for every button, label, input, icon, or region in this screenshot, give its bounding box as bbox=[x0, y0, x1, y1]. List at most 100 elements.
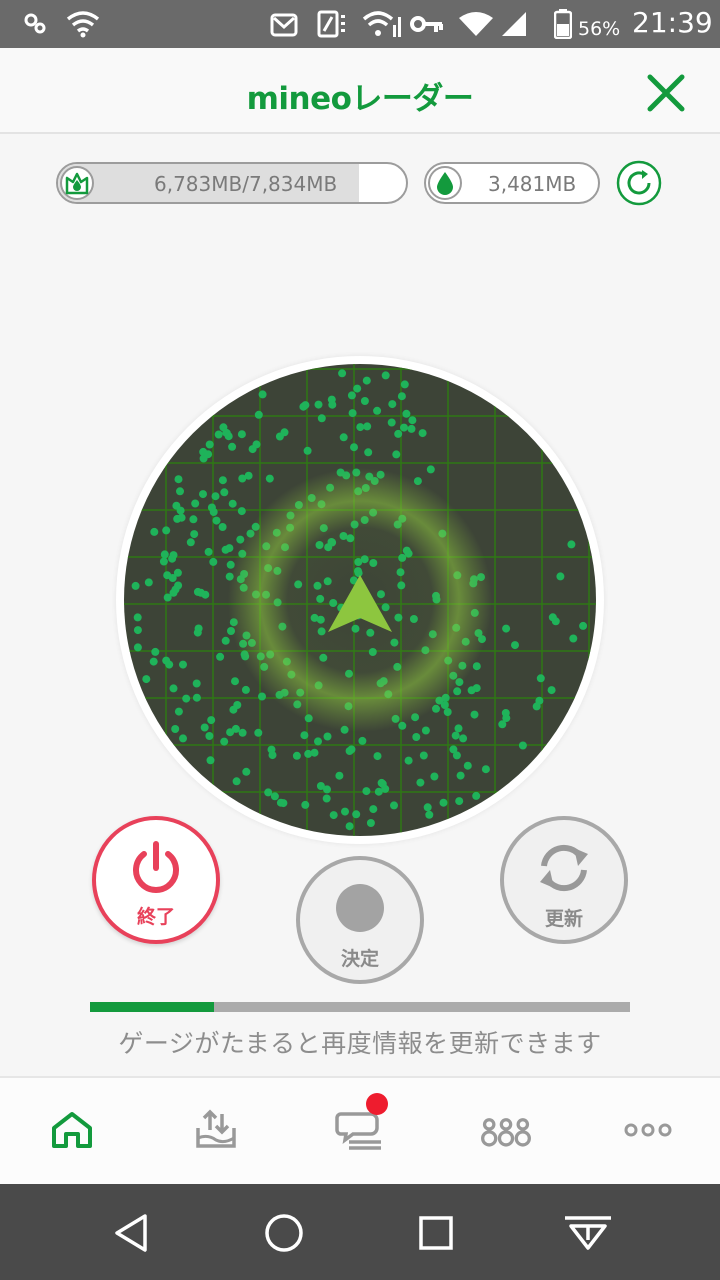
radar-dot bbox=[280, 428, 289, 437]
clock: 21:39 bbox=[632, 6, 713, 39]
radar-dot bbox=[192, 679, 201, 688]
radar-dot bbox=[388, 400, 397, 409]
radar-dot bbox=[345, 822, 354, 831]
recents-button[interactable] bbox=[411, 1208, 461, 1258]
radar-dot bbox=[199, 490, 207, 499]
nav-more[interactable] bbox=[620, 1102, 676, 1158]
radar-dot bbox=[579, 621, 588, 630]
radar-dot bbox=[292, 751, 301, 760]
radar-dot bbox=[421, 726, 430, 735]
radar-dot bbox=[172, 501, 181, 510]
radar-dot bbox=[233, 701, 242, 709]
radar-dot bbox=[390, 801, 398, 810]
radar-dot bbox=[171, 725, 180, 733]
radar-dot bbox=[387, 418, 396, 427]
radar-canvas bbox=[131, 369, 588, 831]
radar-dot bbox=[416, 778, 425, 787]
nav-upload[interactable] bbox=[188, 1102, 244, 1158]
pool-data-pill: 3,481MB bbox=[424, 162, 600, 204]
data-refresh-button[interactable] bbox=[616, 160, 662, 206]
home-system-button[interactable] bbox=[259, 1208, 309, 1258]
radar-dot bbox=[237, 430, 246, 439]
notifications-pull-button[interactable] bbox=[563, 1208, 613, 1258]
pool-data-text: 3,481MB bbox=[488, 172, 577, 196]
refresh-icon bbox=[616, 160, 662, 206]
radar-dot bbox=[216, 652, 225, 661]
radar-dot bbox=[335, 771, 344, 780]
radar-dot bbox=[174, 707, 183, 716]
radar-dot bbox=[439, 798, 448, 807]
radar-dot bbox=[191, 499, 200, 508]
radar-dot bbox=[459, 734, 468, 743]
radar-dot bbox=[270, 792, 279, 801]
radar-dot bbox=[400, 380, 409, 389]
radar-dot bbox=[220, 737, 229, 746]
radar-dot bbox=[502, 624, 511, 633]
nav-home[interactable] bbox=[44, 1102, 100, 1158]
radar-frame bbox=[116, 356, 604, 844]
notification-icon bbox=[268, 10, 300, 38]
decide-button[interactable]: 決定 bbox=[296, 856, 424, 984]
radar-dot bbox=[206, 756, 215, 765]
bottom-navigation bbox=[0, 1076, 720, 1184]
radar-dot bbox=[254, 410, 263, 419]
radar-dot bbox=[323, 732, 332, 741]
radar-dot bbox=[169, 684, 178, 693]
radar-dot bbox=[150, 527, 159, 536]
radar-dot bbox=[228, 442, 237, 451]
app-header: mineoレーダー bbox=[0, 48, 720, 134]
radar-dot bbox=[205, 732, 214, 740]
radar-dot bbox=[204, 450, 213, 459]
radar-dot bbox=[133, 626, 142, 635]
radar-dot bbox=[404, 756, 413, 765]
radar-dot bbox=[547, 686, 556, 695]
radar-dot bbox=[300, 731, 309, 740]
radar-dot bbox=[358, 736, 367, 745]
wifi-strength-icon bbox=[458, 10, 494, 38]
back-button[interactable] bbox=[106, 1208, 156, 1258]
radar-dot bbox=[373, 406, 382, 415]
radar-dot bbox=[381, 371, 390, 380]
radar-dot bbox=[501, 709, 510, 717]
radar-dot bbox=[407, 424, 416, 433]
close-button[interactable] bbox=[644, 71, 688, 115]
radar-dot bbox=[397, 392, 406, 401]
gauge-message: ゲージがたまると再度情報を更新できます bbox=[118, 1029, 602, 1058]
radar-dot bbox=[159, 557, 168, 566]
radar-dot bbox=[426, 465, 435, 474]
radar-dot bbox=[265, 474, 274, 483]
home-icon bbox=[52, 1112, 92, 1148]
back-icon bbox=[115, 1214, 147, 1252]
radar-dot bbox=[193, 587, 202, 596]
recents-icon bbox=[419, 1216, 453, 1250]
radar-dot bbox=[418, 429, 427, 438]
radar-dot bbox=[169, 588, 178, 597]
radar-dot bbox=[481, 765, 490, 774]
notification-badge bbox=[366, 1093, 388, 1115]
nav-community[interactable] bbox=[478, 1102, 534, 1158]
radar-dot bbox=[339, 433, 348, 442]
radar-dot bbox=[314, 400, 323, 409]
radar-dot bbox=[362, 376, 371, 385]
radar-dot bbox=[352, 810, 361, 819]
radar-dot bbox=[394, 429, 403, 438]
page-title: mineoレーダー bbox=[246, 81, 474, 117]
radar-dot bbox=[131, 581, 140, 590]
radar-dot bbox=[186, 538, 195, 547]
radar-dot bbox=[160, 550, 169, 559]
radar-dot bbox=[455, 797, 464, 806]
radar-dot bbox=[347, 391, 356, 400]
end-button-label: 終了 bbox=[136, 906, 175, 928]
radar-dot bbox=[373, 752, 382, 761]
update-button[interactable]: 更新 bbox=[500, 816, 628, 944]
radar-dot bbox=[314, 737, 322, 746]
radar-display[interactable] bbox=[124, 364, 596, 836]
radar-dot bbox=[163, 571, 172, 580]
radar-dot bbox=[498, 720, 507, 729]
radar-dot bbox=[423, 803, 432, 812]
radar-dot bbox=[151, 647, 160, 656]
data-tank-icon bbox=[60, 166, 94, 200]
radar-dot bbox=[369, 805, 378, 814]
end-button[interactable]: 終了 bbox=[92, 816, 220, 944]
radar-dot bbox=[556, 572, 565, 581]
